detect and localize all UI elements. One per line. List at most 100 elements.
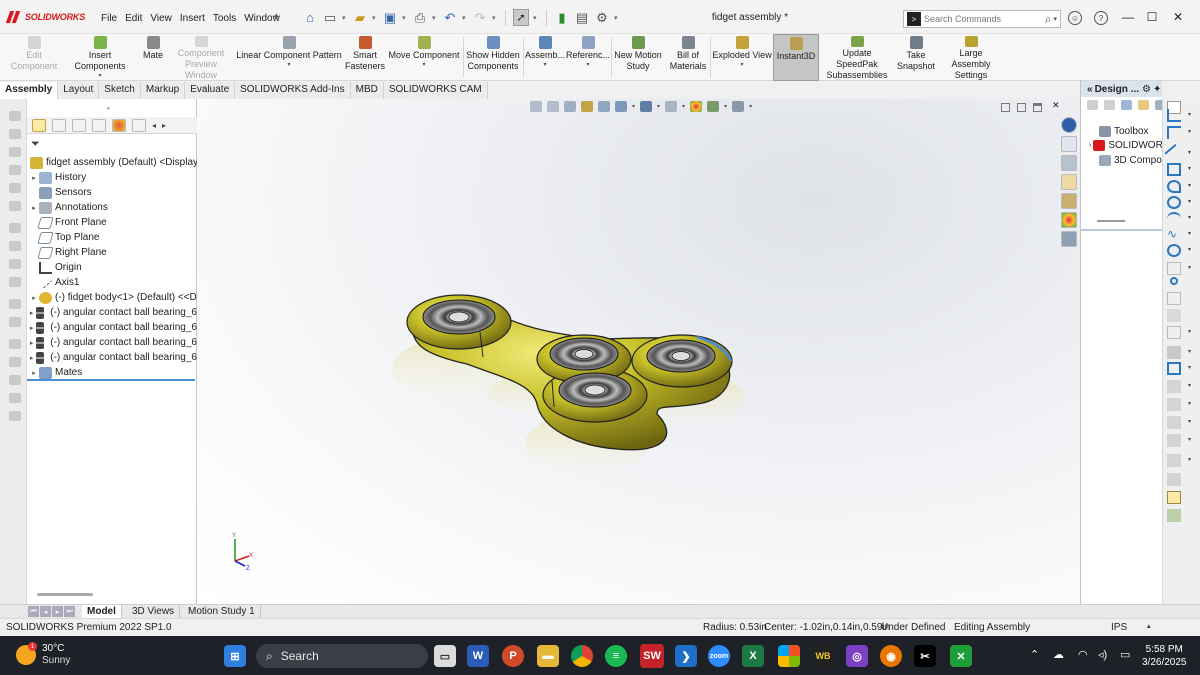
graphics-area[interactable]: ▾ ▾ ▾ ▾ ▾ ✕ Y X Z (197, 99, 1080, 604)
close-window-button[interactable]: ✕ (1168, 8, 1188, 26)
tab-solidworks-cam[interactable]: SOLIDWORKS CAM (383, 82, 488, 99)
undo-icon[interactable]: ↶ (442, 10, 458, 26)
print-icon[interactable]: ⎙ (412, 10, 428, 26)
taskbar-search[interactable]: ⌕ Search (256, 644, 428, 668)
tab-sketch[interactable]: Sketch (99, 82, 141, 99)
expand-arrow-icon[interactable]: ▸ (29, 339, 34, 347)
tab-markup[interactable]: Markup (140, 82, 186, 99)
options-gear-icon[interactable]: ⚙ (594, 10, 610, 26)
toolbar-icon[interactable] (9, 393, 21, 403)
configuration-manager-tab-icon[interactable] (72, 118, 86, 132)
expand-arrow-icon[interactable]: ▸ (29, 294, 39, 302)
previous-tab-icon[interactable]: ◂ (40, 606, 51, 617)
tree-item-bearing-4[interactable]: ▸ (-) angular contact ball bearing_6 (27, 350, 197, 365)
open-dropdown-icon[interactable]: ▾ (372, 14, 378, 22)
rectangle-icon[interactable] (1167, 163, 1181, 176)
library-item-solidworks-content[interactable]: › SOLIDWORK (1089, 138, 1163, 152)
units-dropdown-icon[interactable]: ▴ (1147, 622, 1151, 630)
linear-component-pattern-button[interactable]: Linear Component Pattern ▾ (236, 34, 342, 81)
expand-arrow-icon[interactable]: ▸ (29, 174, 39, 182)
component-preview-window-button[interactable]: Component Preview Window (168, 34, 234, 81)
tab-layout[interactable]: Layout (58, 82, 100, 99)
horizontal-scrollbar[interactable] (37, 593, 93, 596)
linear-pattern-icon[interactable] (1167, 416, 1181, 429)
offset-icon[interactable] (1167, 380, 1181, 393)
workbench-icon[interactable]: WB (812, 645, 834, 667)
dropdown-arrow-icon[interactable]: ▾ (1188, 246, 1191, 253)
toolbar-icon[interactable] (9, 129, 21, 139)
units-selector[interactable]: IPS (1111, 622, 1127, 633)
print-dropdown-icon[interactable]: ▾ (432, 14, 438, 22)
onedrive-cloud-icon[interactable]: ☁ (1053, 648, 1064, 661)
tree-item-top-plane[interactable]: Top Plane (27, 230, 197, 245)
rapid-sketch-icon[interactable] (1167, 509, 1181, 522)
pin-icon[interactable]: ✦ (1153, 84, 1161, 95)
dropdown-arrow-icon[interactable]: ▾ (1188, 264, 1191, 271)
dropdown-arrow-icon[interactable]: ▾ (422, 61, 425, 69)
display-manager-tab-icon[interactable] (112, 118, 126, 132)
dropdown-arrow-icon[interactable]: ▾ (1188, 456, 1191, 463)
wifi-icon[interactable]: ◠ (1078, 648, 1088, 661)
task-view-icon[interactable]: ▭ (434, 645, 456, 667)
excel-icon[interactable]: X (742, 645, 764, 667)
help-icon[interactable]: ? (1094, 11, 1108, 25)
dropdown-arrow-icon[interactable]: ▾ (1188, 149, 1191, 156)
tab-mbd[interactable]: MBD (350, 82, 384, 99)
file-explorer-icon[interactable]: ▬ (537, 645, 559, 667)
ellipse-icon[interactable] (1167, 244, 1181, 257)
edit-component-button[interactable]: Edit Component (6, 34, 62, 81)
dropdown-arrow-icon[interactable]: ▾ (287, 61, 290, 69)
show-hidden-components-button[interactable]: Show Hidden Components (465, 34, 521, 81)
dropdown-arrow-icon[interactable]: ▾ (1188, 128, 1191, 135)
reference-geometry-button[interactable]: Referenc... ▾ (566, 34, 610, 81)
toolbar-icon[interactable] (9, 357, 21, 367)
tree-root-assembly[interactable]: fidget assembly (Default) <Display S (27, 155, 197, 170)
dropdown-arrow-icon[interactable]: ▾ (1188, 328, 1191, 335)
toolbar-icon[interactable] (9, 375, 21, 385)
dropdown-arrow-icon[interactable]: ▾ (1188, 348, 1191, 355)
expand-arrow-icon[interactable]: ▸ (29, 204, 39, 212)
system-clock[interactable]: 5:58 PM 3/26/2025 (1142, 643, 1187, 669)
toolbar-icon[interactable] (9, 111, 21, 121)
panel-scrollbar[interactable] (1097, 220, 1125, 222)
chrome-icon[interactable] (571, 645, 593, 667)
open-folder-icon[interactable]: ▰ (352, 10, 368, 26)
expand-arrow-icon[interactable]: ▸ (29, 309, 34, 317)
add-folder-icon[interactable] (1138, 100, 1149, 110)
expand-arrow-icon[interactable]: › (1089, 142, 1091, 149)
toolbar-icon[interactable] (9, 165, 21, 175)
rollback-bar[interactable] (27, 379, 195, 381)
tab-solidworks-add-ins[interactable]: SOLIDWORKS Add-Ins (235, 82, 351, 99)
plane-icon[interactable] (1167, 326, 1181, 339)
start-button-icon[interactable]: ⊞ (224, 645, 246, 667)
dropdown-arrow-icon[interactable]: ▾ (586, 61, 589, 69)
exploded-view-button[interactable]: Exploded View ▾ (712, 34, 772, 81)
tree-item-annotations[interactable]: ▸ Annotations (27, 200, 197, 215)
menu-view[interactable]: View (146, 10, 176, 27)
convert-entities-icon[interactable] (1167, 362, 1181, 375)
dropdown-arrow-icon[interactable]: ▾ (1188, 382, 1191, 389)
filter-icon[interactable]: ⏷ (31, 138, 40, 151)
tab-assembly[interactable]: Assembly (0, 82, 59, 99)
library-item-toolbox[interactable]: Toolbox (1089, 124, 1163, 138)
toolbar-icon[interactable] (9, 183, 21, 193)
file-explorer-icon[interactable] (1061, 155, 1077, 171)
menu-file[interactable]: File (97, 10, 121, 27)
tree-item-bearing-1[interactable]: ▸ (-) angular contact ball bearing_6 (27, 305, 197, 320)
move-entities-icon[interactable] (1167, 434, 1181, 447)
panel-grip-icon[interactable]: • (107, 104, 110, 113)
dropdown-arrow-icon[interactable]: ▾ (1188, 165, 1191, 172)
word-icon[interactable]: W (467, 645, 489, 667)
dropdown-arrow-icon[interactable]: ▾ (1188, 111, 1191, 118)
instant3d-button[interactable]: Instant3D (773, 34, 819, 81)
folder-icon[interactable] (1061, 174, 1077, 190)
toolbar-icon[interactable] (9, 147, 21, 157)
tab-model[interactable]: Model (82, 605, 122, 618)
collapse-icon[interactable]: « (1087, 84, 1093, 95)
add-to-library-icon[interactable] (1121, 100, 1132, 110)
dropdown-arrow-icon[interactable]: ▾ (1188, 198, 1191, 205)
take-snapshot-button[interactable]: Take Snapshot (895, 34, 937, 81)
move-component-button[interactable]: Move Component ▾ (388, 34, 460, 81)
select-pointer-icon[interactable]: ➚ (513, 9, 529, 26)
tree-item-bearing-2[interactable]: ▸ (-) angular contact ball bearing_6 (27, 320, 197, 335)
